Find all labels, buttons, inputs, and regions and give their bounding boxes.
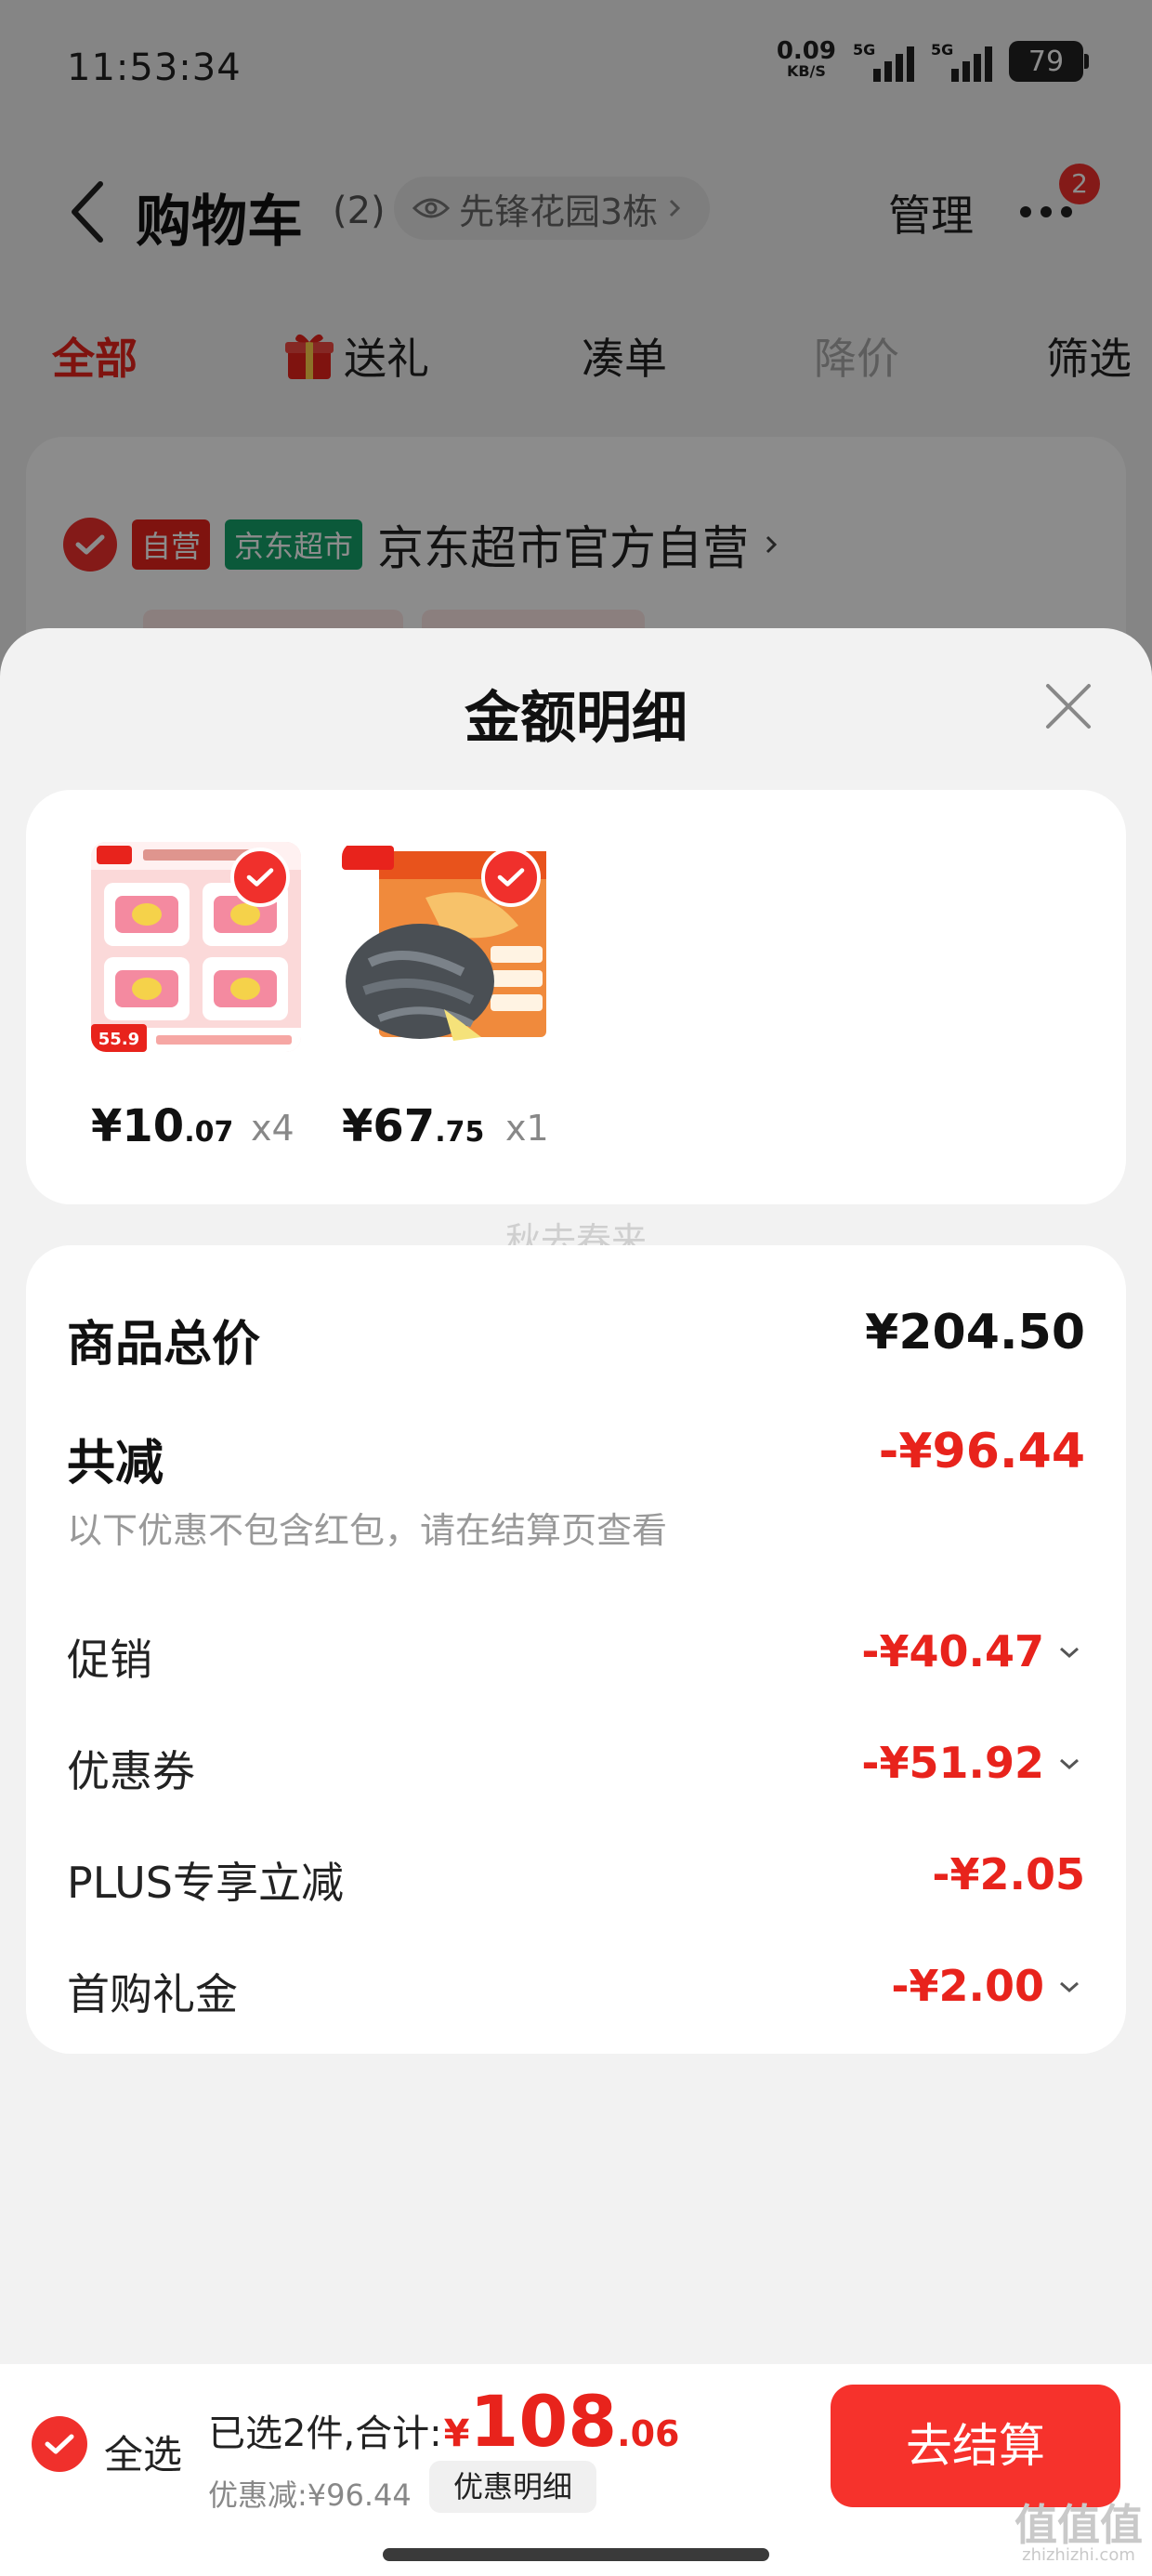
total-discount-label: 共减: [67, 1436, 164, 1492]
product-checkbox[interactable]: [481, 848, 541, 907]
chevron-down-icon: [1060, 1981, 1079, 1993]
product-price-cents: .75: [435, 1116, 485, 1149]
checkout-bar: 全选 已选2件,合计: ¥ 108 .06 优惠减:¥96.44 优惠明细 去结…: [0, 2364, 1152, 2576]
product-price-int: ¥10: [91, 1100, 185, 1152]
order-total-label: 已选2件,合计:: [208, 2412, 442, 2455]
plus-discount-row: PLUS专享立减 -¥2.05: [67, 1842, 1085, 1908]
select-all-label[interactable]: 全选: [104, 2424, 182, 2480]
subtotal-label: 商品总价: [67, 1317, 261, 1373]
select-all-checkbox[interactable]: [32, 2416, 87, 2472]
close-icon[interactable]: [1042, 680, 1094, 732]
discount-detail-button[interactable]: 优惠明细: [429, 2461, 596, 2513]
product-price: ¥10 .07: [91, 1100, 233, 1152]
site-watermark: 值值值 zhizhizhi.com: [1015, 2504, 1143, 2565]
discount-summary: 优惠减:¥96.44: [208, 2477, 412, 2513]
checkmark-icon: [45, 2434, 74, 2454]
order-total: 已选2件,合计: ¥ 108 .06: [208, 2386, 679, 2457]
first-purchase-gift-label: 首购礼金: [67, 1969, 238, 2019]
product-price-badge: 55.9: [98, 1030, 139, 1049]
promotion-value: -¥40.47: [861, 1626, 1044, 1676]
home-indicator[interactable]: [383, 2548, 769, 2561]
coupon-row[interactable]: 优惠券 -¥51.92: [67, 1730, 1085, 1796]
amount-detail-sheet: 金额明细 55.9 ¥10 .07 x4 ¥67 .75 x1 秋去春来 商品总…: [0, 628, 1152, 2364]
order-total-cents: .06: [617, 2413, 680, 2454]
product-item[interactable]: 55.9 ¥10 .07: [91, 790, 333, 1204]
currency-symbol: ¥: [443, 2412, 470, 2455]
product-quantity: x1: [505, 1108, 549, 1149]
discount-note: 以下优惠不包含红包，请在结算页查看: [67, 1510, 668, 1551]
coupon-value: -¥51.92: [861, 1738, 1044, 1788]
price-breakdown: 商品总价 ¥204.50 共减 -¥96.44 以下优惠不包含红包，请在结算页查…: [26, 1245, 1126, 2054]
product-checkbox[interactable]: [230, 848, 290, 907]
product-price: ¥67 .75: [342, 1100, 484, 1152]
checkmark-icon: [246, 868, 274, 887]
promotion-row[interactable]: 促销 -¥40.47: [67, 1619, 1085, 1685]
coupon-label: 优惠券: [67, 1746, 195, 1796]
chevron-down-icon: [1060, 1647, 1079, 1659]
product-image: [342, 842, 552, 1052]
sheet-title: 金额明细: [465, 686, 687, 751]
checkmark-icon: [497, 868, 525, 887]
site-watermark-main: 值值值: [1015, 2500, 1143, 2550]
product-image: 55.9: [91, 842, 301, 1052]
plus-discount-label: PLUS专享立减: [67, 1858, 344, 1908]
promotion-label: 促销: [67, 1635, 152, 1685]
chevron-down-icon: [1060, 1758, 1079, 1770]
selected-products: 55.9 ¥10 .07 x4 ¥67 .75 x1: [26, 790, 1126, 1204]
order-total-int: 108: [469, 2380, 618, 2463]
site-watermark-sub: zhizhizhi.com: [1022, 2545, 1135, 2565]
checkout-button[interactable]: 去结算: [831, 2385, 1120, 2507]
first-purchase-gift-row[interactable]: 首购礼金 -¥2.00: [67, 1953, 1085, 2019]
product-price-cents: .07: [184, 1116, 234, 1149]
plus-discount-value: -¥2.05: [932, 1849, 1085, 1899]
product-quantity: x4: [251, 1108, 295, 1149]
first-purchase-gift-value: -¥2.00: [891, 1961, 1044, 2011]
subtotal-value: ¥204.50: [865, 1305, 1085, 1360]
total-discount-value: -¥96.44: [878, 1424, 1085, 1479]
product-price-int: ¥67: [342, 1100, 436, 1152]
